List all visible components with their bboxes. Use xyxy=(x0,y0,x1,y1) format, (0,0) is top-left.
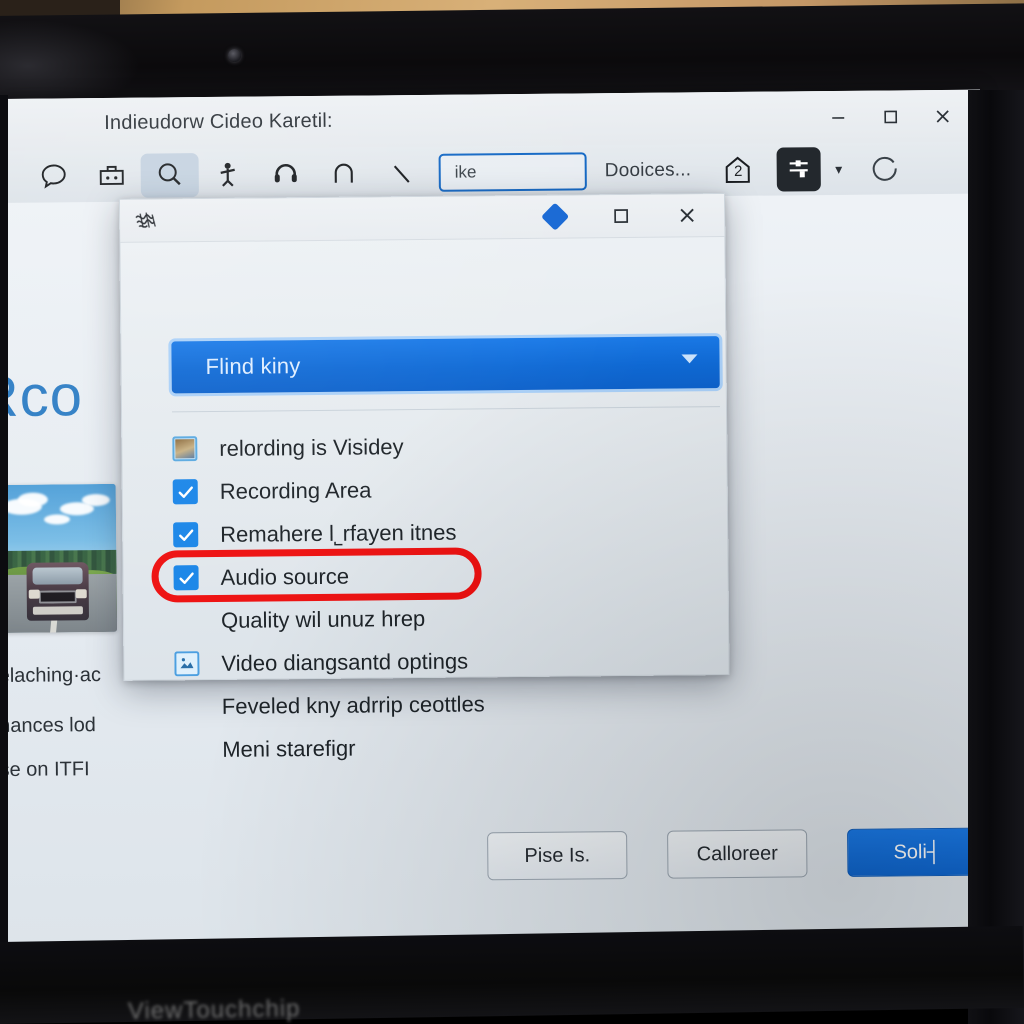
toolbar-text-field[interactable]: ike xyxy=(438,152,587,192)
settings-dialog: Flind kiny relording is Visidey Recordin… xyxy=(118,193,730,761)
laptop-bottom-bezel: ViewTouchchip xyxy=(0,925,1024,1024)
page-text-line-3: use on ІTFI xyxy=(0,758,90,782)
toolbar-menu-label[interactable]: Dooices... xyxy=(605,159,692,182)
page-text-line-1: еelaching·ac xyxy=(0,664,102,688)
scribble-icon xyxy=(132,206,162,234)
divider xyxy=(172,406,720,413)
mode-dropdown-value: Flind kiny xyxy=(205,353,301,380)
confirm-button[interactable]: Soli┤ xyxy=(847,827,988,877)
page-headline: Rco xyxy=(0,363,84,430)
arch-icon[interactable] xyxy=(315,151,373,196)
mode-dropdown[interactable]: Flind kiny xyxy=(171,336,720,394)
headphones-icon[interactable] xyxy=(257,152,315,197)
list-item-label: Recording Area xyxy=(219,476,372,504)
list-item[interactable]: Quality wil unuz hrep xyxy=(174,594,722,642)
pise-button[interactable]: Pise Is. xyxy=(487,831,628,881)
speech-bubble-icon[interactable] xyxy=(25,154,83,199)
pin-diamond-icon xyxy=(541,202,570,231)
checkbox-checked-icon[interactable] xyxy=(173,522,199,548)
list-item-label: relording is Visidey xyxy=(219,433,404,461)
checkbox-checked-icon[interactable] xyxy=(172,479,198,505)
device-brand-label: ViewTouchchip xyxy=(127,995,301,1024)
checkbox-checked-icon[interactable] xyxy=(173,565,199,591)
search-icon[interactable] xyxy=(140,153,199,198)
window-close-button[interactable] xyxy=(916,98,968,134)
list-item[interactable]: Meni starefigr xyxy=(175,723,723,771)
chevron-down-icon xyxy=(681,354,698,364)
window-controls xyxy=(812,98,968,135)
dialog-close-button[interactable] xyxy=(654,194,720,237)
vehicle-thumbnail-image xyxy=(0,483,118,634)
options-list: relording is Visidey Recording Area Rema… xyxy=(151,422,723,771)
list-item-audio-source[interactable]: Audio source xyxy=(151,547,721,603)
list-item-label: Audio source xyxy=(220,563,350,590)
home-icon[interactable]: 2 xyxy=(717,150,759,190)
refresh-icon[interactable] xyxy=(868,150,900,187)
laptop-left-bezel xyxy=(0,95,8,975)
list-item[interactable]: Feveled kny adrrip ceottles xyxy=(175,680,723,728)
application-window: Indieudorw Cideo Karetil: ike Dooices...… xyxy=(0,89,989,959)
dialog-controls xyxy=(522,194,720,238)
line-icon[interactable] xyxy=(373,151,431,196)
list-item-label: Quality wil unuz hrep xyxy=(220,605,426,633)
pin-button[interactable] xyxy=(522,195,588,238)
cancel-button[interactable]: Calloreer xyxy=(667,829,808,879)
home-badge-count: 2 xyxy=(733,162,743,180)
page-text-line-2: anances lod xyxy=(0,714,96,738)
photographed-laptop-scene: Indieudorw Cideo Karetil: ike Dooices...… xyxy=(0,0,1024,1024)
list-item[interactable]: relording is Visidey xyxy=(172,422,720,470)
image-thumb-icon xyxy=(172,436,198,462)
person-icon[interactable] xyxy=(199,153,257,198)
sliders-icon[interactable] xyxy=(776,147,822,192)
webcam-icon xyxy=(228,49,241,62)
list-item[interactable]: Remahere l˾rfayen itnes xyxy=(173,508,721,556)
dialog-footer-buttons: Pise Is. Calloreer Soli┤ xyxy=(7,821,988,891)
chevron-down-icon[interactable]: ▾ xyxy=(835,160,842,177)
window-minimize-button[interactable] xyxy=(812,99,864,135)
list-item[interactable]: Recording Area xyxy=(172,465,721,513)
dialog-maximize-button[interactable] xyxy=(588,195,654,238)
list-item[interactable]: Video diangsantd optings xyxy=(174,637,722,685)
list-item-label: Remahere l˾rfayen itnes xyxy=(220,519,457,547)
background-wall-shadow xyxy=(0,0,120,16)
toolbox-icon[interactable] xyxy=(83,154,141,199)
window-maximize-button[interactable] xyxy=(864,98,916,134)
list-item-label: Video diangsantd optings xyxy=(221,648,469,676)
dialog-title-bar xyxy=(119,194,725,243)
laptop-screen: Indieudorw Cideo Karetil: ike Dooices...… xyxy=(0,89,989,959)
list-item-label: Feveled kny adrrip ceottles xyxy=(221,690,485,719)
laptop-right-bezel xyxy=(968,90,1024,1024)
list-item-label: Meni starefigr xyxy=(222,735,356,762)
window-title-bar: Indieudorw Cideo Karetil: xyxy=(0,89,981,151)
image-thumb-icon xyxy=(174,651,200,677)
main-toolbar: ike Dooices... 2 ▾ xyxy=(0,141,989,203)
window-title: Indieudorw Cideo Karetil: xyxy=(104,109,333,135)
